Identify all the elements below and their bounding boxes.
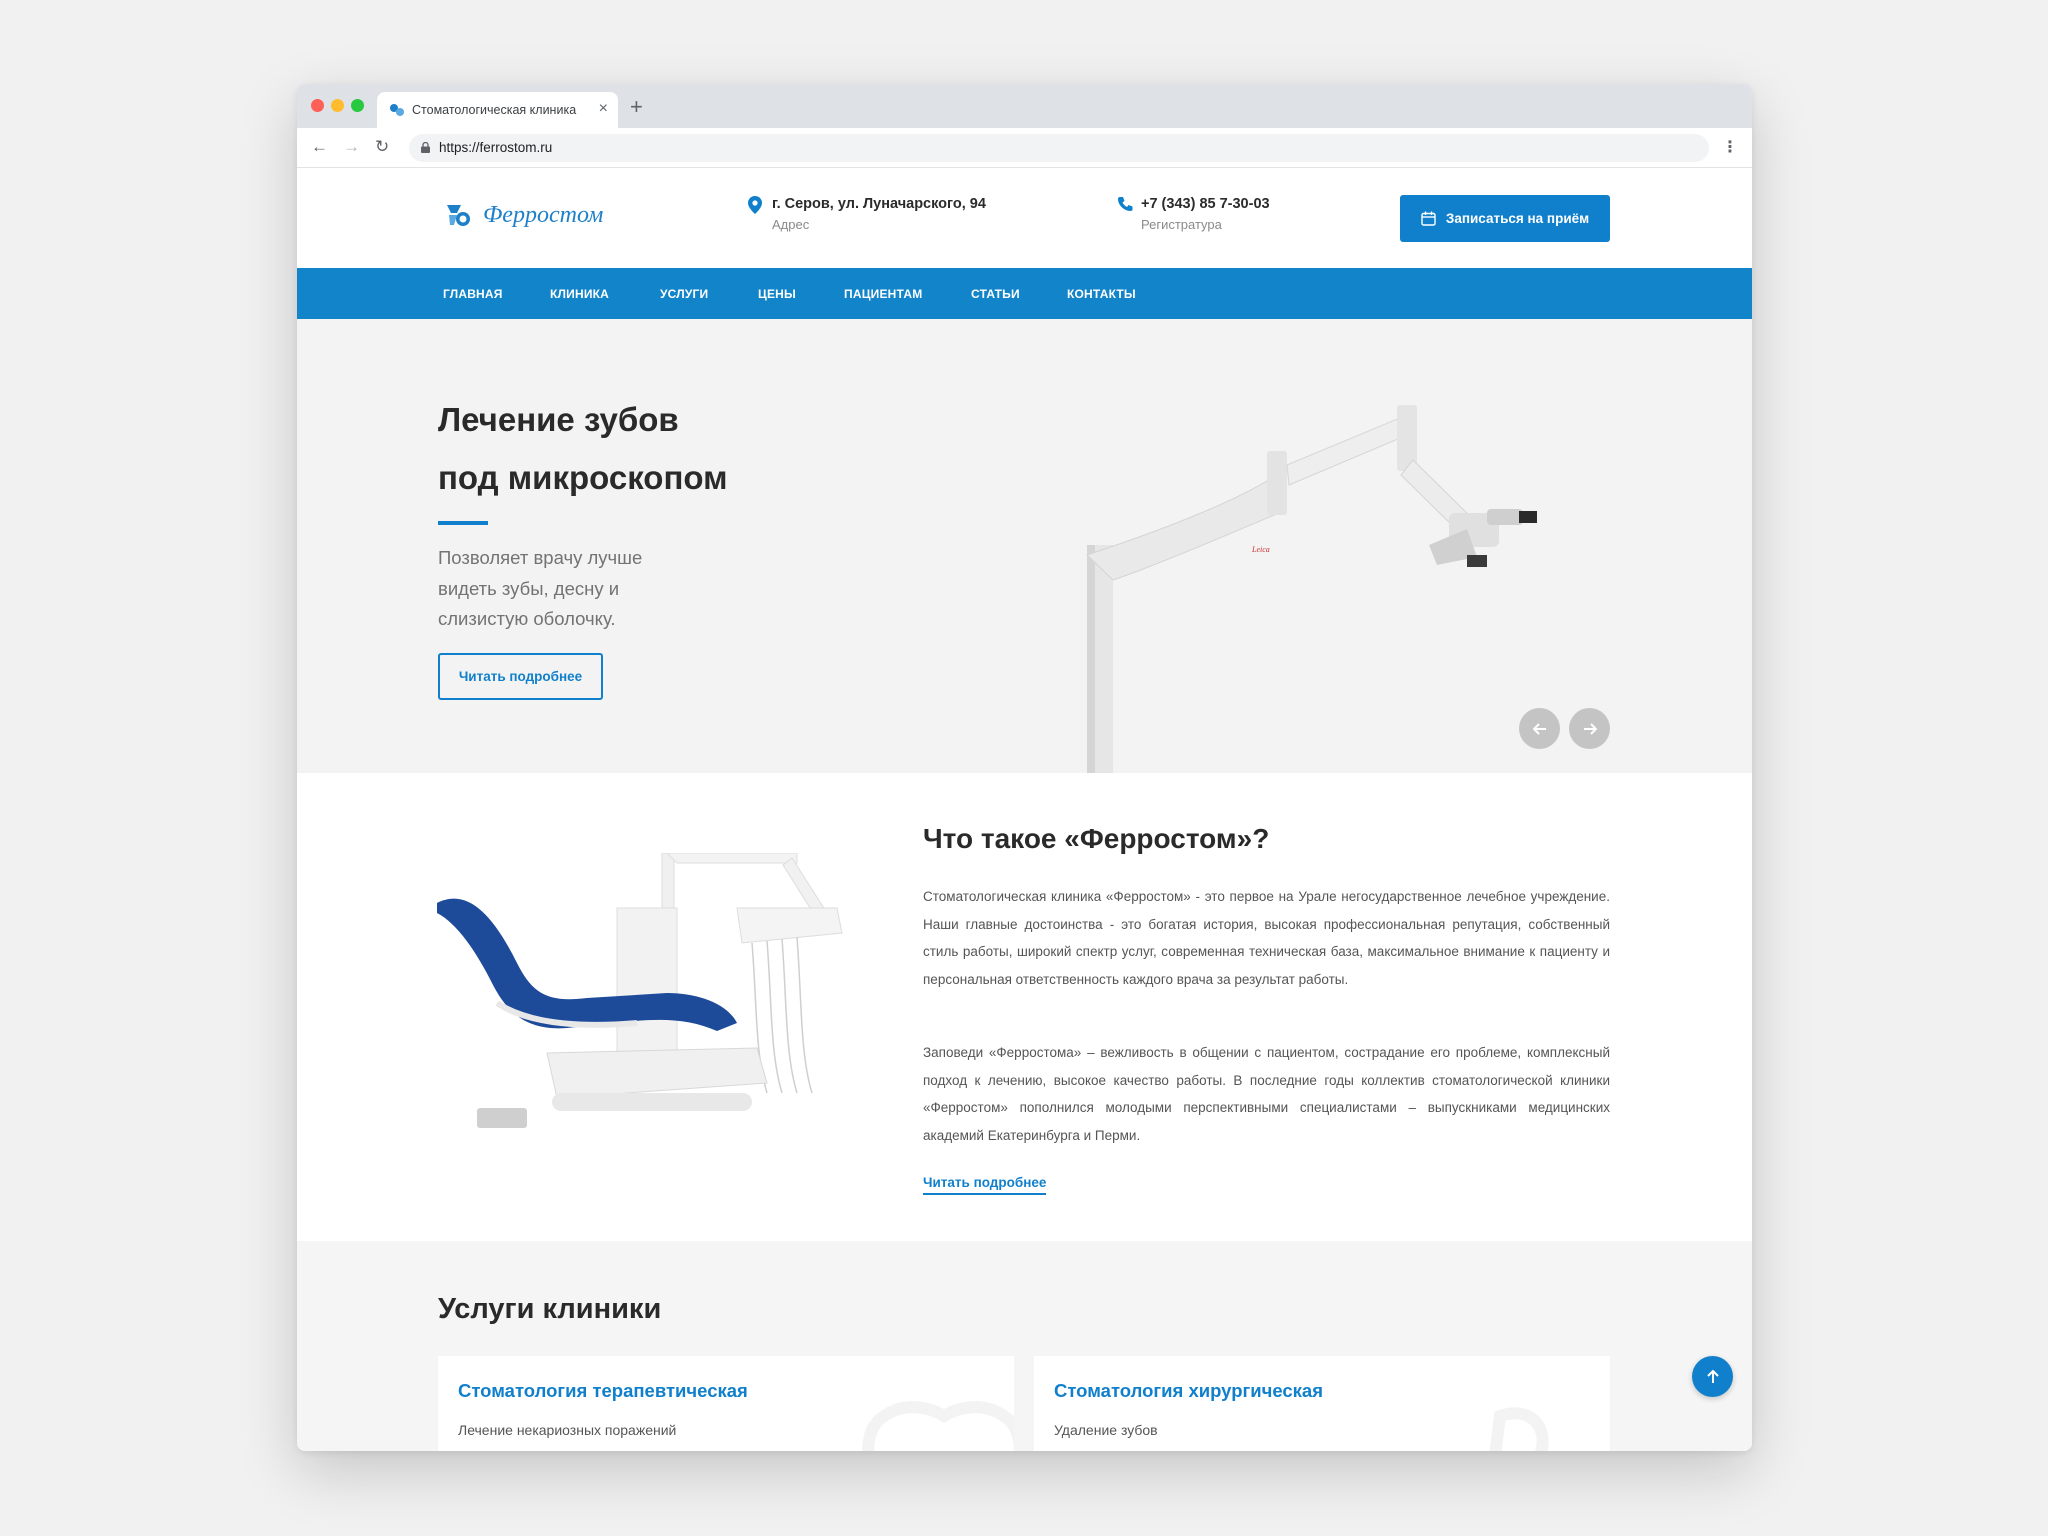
logo-icon: [447, 205, 470, 226]
nav-item-articles[interactable]: СТАТЬИ: [971, 287, 1020, 301]
phone-number[interactable]: +7 (343) 85 7-30-03: [1141, 196, 1270, 212]
location-pin-icon: [748, 196, 762, 214]
service-card-therapeutic[interactable]: Стоматология терапевтическая Лечение нек…: [438, 1356, 1014, 1451]
address-text: г. Серов, ул. Луначарского, 94: [772, 196, 986, 212]
address-block: г. Серов, ул. Луначарского, 94 Адрес: [748, 196, 986, 232]
nav-item-services[interactable]: УСЛУГИ: [660, 287, 708, 301]
service-card-title[interactable]: Стоматология хирургическая: [1054, 1380, 1323, 1402]
lock-icon: [421, 142, 430, 153]
nav-item-contacts[interactable]: КОНТАКТЫ: [1067, 287, 1136, 301]
calendar-icon: [1421, 211, 1436, 226]
maximize-window-button[interactable]: [351, 99, 364, 112]
about-read-more-link[interactable]: Читать подробнее: [923, 1175, 1047, 1195]
hero-title: Лечение зубов под микроскопом: [438, 391, 728, 507]
book-appointment-button[interactable]: Записаться на приём: [1400, 195, 1610, 242]
browser-tab[interactable]: Стоматологическая клиника ×: [377, 92, 618, 128]
about-paragraph-1: Стоматологическая клиника «Ферростом» - …: [923, 889, 1610, 987]
about-section: Что такое «Ферростом»? Стоматологическая…: [297, 773, 1752, 1241]
close-window-button[interactable]: [311, 99, 324, 112]
logo-text: Ферростом: [483, 201, 604, 228]
slider-next-button[interactable]: [1569, 708, 1610, 749]
service-card-subtitle: Лечение некариозных поражений: [458, 1422, 677, 1438]
forward-icon[interactable]: →: [343, 137, 360, 157]
nav-item-prices[interactable]: ЦЕНЫ: [758, 287, 796, 301]
browser-toolbar: ← → ↻ https://ferrostom.ru ⋮: [297, 128, 1752, 168]
nav-item-clinic[interactable]: КЛИНИКА: [550, 287, 609, 301]
main-nav: ГЛАВНАЯ КЛИНИКА УСЛУГИ ЦЕНЫ ПАЦИЕНТАМ СТ…: [297, 268, 1752, 319]
url-text: https://ferrostom.ru: [439, 140, 553, 155]
site-logo[interactable]: Ферростом: [443, 201, 603, 229]
scroll-to-top-button[interactable]: [1692, 1356, 1733, 1397]
services-title: Услуги клиники: [438, 1293, 662, 1325]
reload-icon[interactable]: ↻: [375, 137, 389, 157]
address-label: Адрес: [772, 217, 810, 232]
tooth-icon: [1489, 1407, 1549, 1451]
dental-chair-image: [437, 853, 843, 1128]
arrow-right-icon: [1583, 722, 1597, 735]
hero-description: Позволяет врачу лучше видеть зубы, десну…: [438, 547, 643, 629]
slider-prev-button[interactable]: [1519, 708, 1560, 749]
service-card-title[interactable]: Стоматология терапевтическая: [458, 1380, 748, 1402]
arrow-left-icon: [1532, 722, 1546, 735]
hero-title-line2: под микроскопом: [438, 459, 728, 496]
phone-block: +7 (343) 85 7-30-03 Регистратура: [1118, 196, 1270, 232]
service-card-surgical[interactable]: Стоматология хирургическая Удаление зубо…: [1034, 1356, 1610, 1451]
browser-window: Стоматологическая клиника × + ← → ↻ http…: [297, 84, 1752, 1451]
back-icon[interactable]: ←: [311, 137, 328, 157]
tab-title: Стоматологическая клиника: [412, 103, 577, 117]
phone-label: Регистратура: [1141, 217, 1222, 232]
browser-menu-icon[interactable]: ⋮: [1722, 137, 1738, 157]
phone-icon: [1118, 197, 1133, 211]
minimize-window-button[interactable]: [331, 99, 344, 112]
svg-text:Leica: Leica: [1251, 545, 1270, 554]
hero-divider: [438, 521, 488, 525]
nav-item-patients[interactable]: ПАЦИЕНТАМ: [844, 287, 922, 301]
about-title: Что такое «Ферростом»?: [923, 823, 1270, 854]
tooth-icon: [862, 1401, 1014, 1451]
book-appointment-label: Записаться на приём: [1445, 211, 1590, 226]
hero-title-line1: Лечение зубов: [438, 401, 679, 438]
web-page: Ферростом г. Серов, ул. Луначарского, 94…: [297, 168, 1752, 1451]
hero-read-more-button[interactable]: Читать подробнее: [438, 653, 603, 700]
services-section: Услуги клиники Стоматология терапевтичес…: [297, 1241, 1752, 1451]
favicon-icon: [390, 104, 404, 116]
about-paragraph-2: Заповеди «Ферростома» – вежливость в общ…: [923, 1045, 1610, 1143]
site-header: Ферростом г. Серов, ул. Луначарского, 94…: [297, 168, 1752, 268]
new-tab-button[interactable]: +: [630, 94, 643, 120]
nav-item-home[interactable]: ГЛАВНАЯ: [443, 287, 503, 301]
tab-strip: Стоматологическая клиника × +: [297, 84, 1752, 128]
arrow-up-icon: [1706, 1369, 1719, 1383]
service-card-subtitle: Удаление зубов: [1054, 1422, 1158, 1438]
tab-close-icon[interactable]: ×: [599, 100, 608, 118]
address-bar[interactable]: https://ferrostom.ru: [409, 134, 1709, 162]
hero-slider: Лечение зубов под микроскопом Позволяет …: [297, 319, 1752, 773]
